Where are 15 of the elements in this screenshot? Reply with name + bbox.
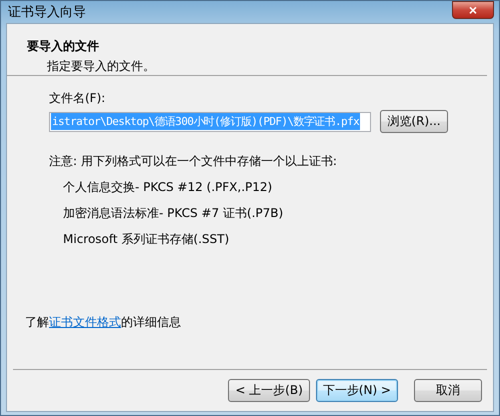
format-item: 个人信息交换- PKCS #12 (.PFX,.P12)	[63, 179, 274, 196]
info-text: 了解证书文件格式的详细信息	[25, 314, 182, 331]
close-button[interactable]: ×	[452, 1, 494, 19]
page-title: 要导入的文件	[27, 38, 100, 55]
next-button[interactable]: 下一步(N) >	[316, 379, 398, 402]
back-button[interactable]: < 上一步(B)	[228, 379, 310, 402]
note-text: 注意: 用下列格式可以在一个文件中存储一个以上证书:	[49, 153, 338, 170]
window-title: 证书导入向导	[7, 4, 86, 21]
field-label: 文件名(F):	[49, 90, 106, 107]
browse-button[interactable]: 浏览(R)...	[380, 110, 448, 133]
cancel-button[interactable]: 取消	[414, 379, 482, 402]
format-item: 加密消息语法标准- PKCS #7 证书(.P7B)	[63, 205, 284, 222]
format-link[interactable]: 证书文件格式	[49, 315, 121, 329]
format-item: Microsoft 系列证书存储(.SST)	[63, 231, 230, 248]
page-subtitle: 指定要导入的文件。	[46, 58, 156, 75]
